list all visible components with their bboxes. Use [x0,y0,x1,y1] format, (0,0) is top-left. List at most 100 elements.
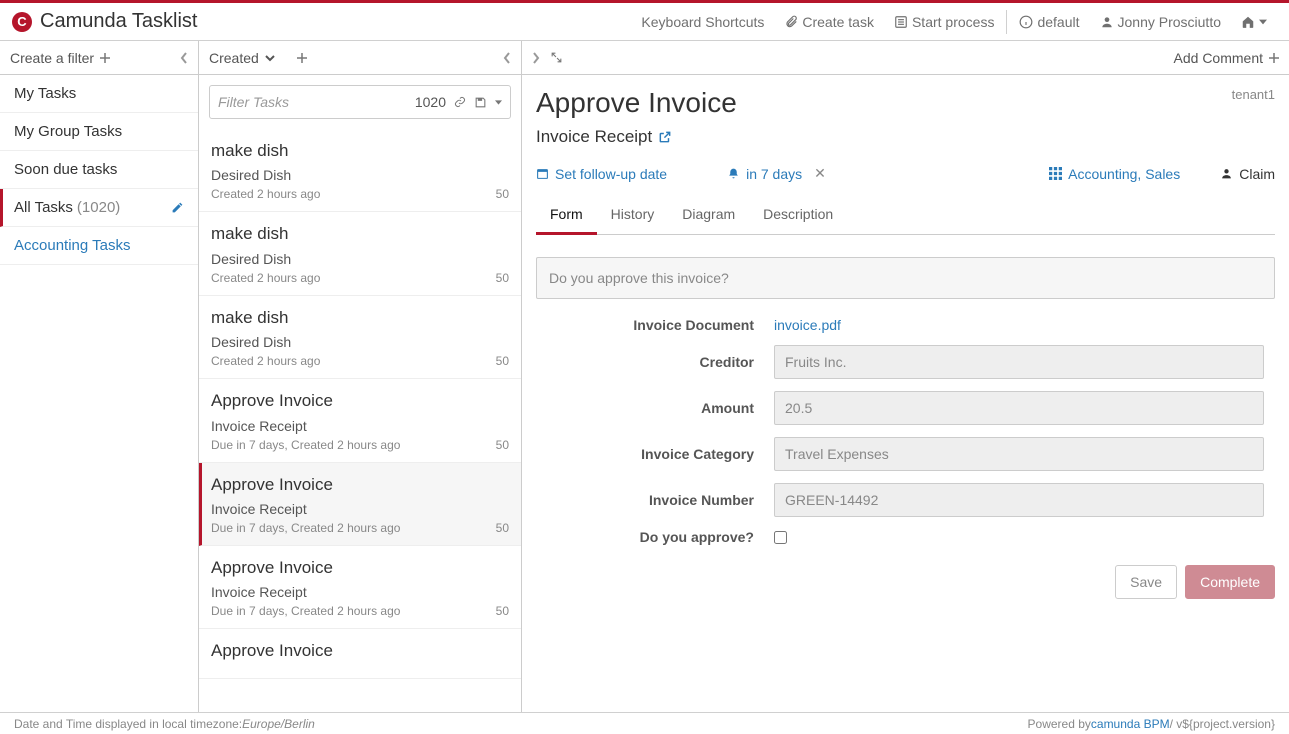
add-comment-link[interactable]: Add Comment [1174,50,1263,66]
filter-item-accounting[interactable]: Accounting Tasks [0,227,198,265]
filter-item-my-group-tasks[interactable]: My Group Tasks [0,113,198,151]
detail-tabs: Form History Diagram Description [536,196,1275,235]
tasks-scroll[interactable]: make dish Desired Dish Created 2 hours a… [199,129,521,712]
task-priority: 50 [496,521,509,535]
groups-link[interactable]: Accounting, Sales [1049,166,1180,182]
calendar-icon [536,167,549,180]
task-sub: Invoice Receipt [211,418,509,434]
action-row: Set follow-up date in 7 days ✕ Accountin… [536,165,1275,182]
external-link-icon[interactable] [658,130,672,144]
task-title: make dish [211,141,509,161]
task-priority: 50 [496,354,509,368]
link-icon[interactable] [454,96,466,108]
number-input [774,483,1264,517]
form-question: Do you approve this invoice? [536,257,1275,299]
task-item[interactable]: make dish Desired Dish Created 2 hours a… [199,296,521,379]
plus-icon[interactable] [297,53,307,63]
form-row-doc: Invoice Document invoice.pdf [536,317,1275,333]
form-row-approve: Do you approve? [536,529,1275,545]
tasks-column: Created 1020 make dish Desired Dish Crea… [199,41,522,712]
task-meta: Created 2 hours ago [211,187,320,201]
groups-label: Accounting, Sales [1068,166,1180,182]
form-row-creditor: Creditor [536,345,1275,379]
task-sub: Invoice Receipt [211,584,509,600]
user-icon [1220,167,1233,180]
tab-history[interactable]: History [597,196,669,234]
process-name: Invoice Receipt [536,127,652,147]
task-item[interactable]: Approve Invoice [199,629,521,678]
detail-column: Add Comment Approve Invoice tenant1 Invo… [522,41,1289,712]
task-item[interactable]: Approve Invoice Invoice Receipt Due in 7… [199,546,521,629]
create-filter-link[interactable]: Create a filter [10,50,94,66]
theme-label: default [1037,14,1079,30]
pencil-icon[interactable] [171,201,184,214]
create-task-link[interactable]: Create task [774,3,884,41]
form-buttons: Save Complete [536,565,1275,599]
home-icon [1241,15,1255,29]
tab-description[interactable]: Description [749,196,847,234]
amount-input [774,391,1264,425]
timezone-value: Europe/Berlin [242,717,315,731]
task-sub: Desired Dish [211,251,509,267]
sort-button[interactable]: Created [209,50,259,66]
task-priority: 50 [496,438,509,452]
chevron-down-icon[interactable] [265,53,275,63]
task-priority: 50 [496,604,509,618]
save-icon[interactable] [474,96,487,109]
task-item[interactable]: make dish Desired Dish Created 2 hours a… [199,212,521,295]
task-search: 1020 [209,85,511,119]
start-process-link[interactable]: Start process [884,3,1004,41]
task-item[interactable]: Approve Invoice Invoice Receipt Due in 7… [199,463,521,546]
complete-button[interactable]: Complete [1185,565,1275,599]
task-title: Approve Invoice [211,475,509,495]
fullscreen-icon[interactable] [550,51,563,64]
claim-link[interactable]: Claim [1220,166,1275,182]
filter-count: (1020) [77,199,120,216]
filter-label: My Group Tasks [14,123,122,140]
plus-icon[interactable] [100,53,110,63]
set-followup-link[interactable]: Set follow-up date [536,166,667,182]
filter-item-my-tasks[interactable]: My Tasks [0,75,198,113]
tenant-label: tenant1 [1232,87,1275,102]
task-title: make dish [211,308,509,328]
filters-list: My Tasks My Group Tasks Soon due tasks A… [0,75,198,712]
task-search-row: 1020 [199,75,521,129]
caret-down-icon [1259,18,1267,26]
doc-link[interactable]: invoice.pdf [774,317,841,333]
grid-icon [1049,167,1062,180]
plus-icon[interactable] [1269,53,1279,63]
detail-process: Invoice Receipt [536,127,1275,147]
task-meta: Created 2 hours ago [211,271,320,285]
expand-detail-icon[interactable] [532,52,540,64]
claim-label: Claim [1239,166,1275,182]
tab-diagram[interactable]: Diagram [668,196,749,234]
approve-checkbox[interactable] [774,531,787,544]
task-item[interactable]: Approve Invoice Invoice Receipt Due in 7… [199,379,521,462]
header-actions: Keyboard Shortcuts Create task Start pro… [631,3,1277,41]
filter-item-all-tasks[interactable]: All Tasks (1020) [0,189,198,227]
bell-icon [727,167,740,180]
number-label: Invoice Number [536,492,774,508]
task-search-input[interactable] [218,94,407,110]
brand: C Camunda Tasklist [12,10,197,33]
user-name: Jonny Prosciutto [1118,14,1222,30]
user-menu[interactable]: Jonny Prosciutto [1090,3,1232,41]
close-icon[interactable]: ✕ [814,165,826,182]
save-button[interactable]: Save [1115,565,1177,599]
task-item[interactable]: make dish Desired Dish Created 2 hours a… [199,129,521,212]
keyboard-shortcuts-link[interactable]: Keyboard Shortcuts [631,3,774,41]
caret-down-icon[interactable] [495,99,502,106]
tab-form[interactable]: Form [536,196,597,235]
collapse-tasks-icon[interactable] [503,52,511,64]
form-row-number: Invoice Number [536,483,1275,517]
filter-item-soon-due[interactable]: Soon due tasks [0,151,198,189]
followup-label: Set follow-up date [555,166,667,182]
powered-link[interactable]: camunda BPM [1091,717,1170,731]
task-priority: 50 [496,271,509,285]
due-link[interactable]: in 7 days ✕ [727,165,826,182]
timezone-prefix: Date and Time displayed in local timezon… [14,717,242,731]
theme-link[interactable]: default [1009,3,1089,41]
filters-header: Create a filter [0,41,198,75]
home-menu[interactable] [1231,3,1277,41]
collapse-filters-icon[interactable] [180,52,188,64]
